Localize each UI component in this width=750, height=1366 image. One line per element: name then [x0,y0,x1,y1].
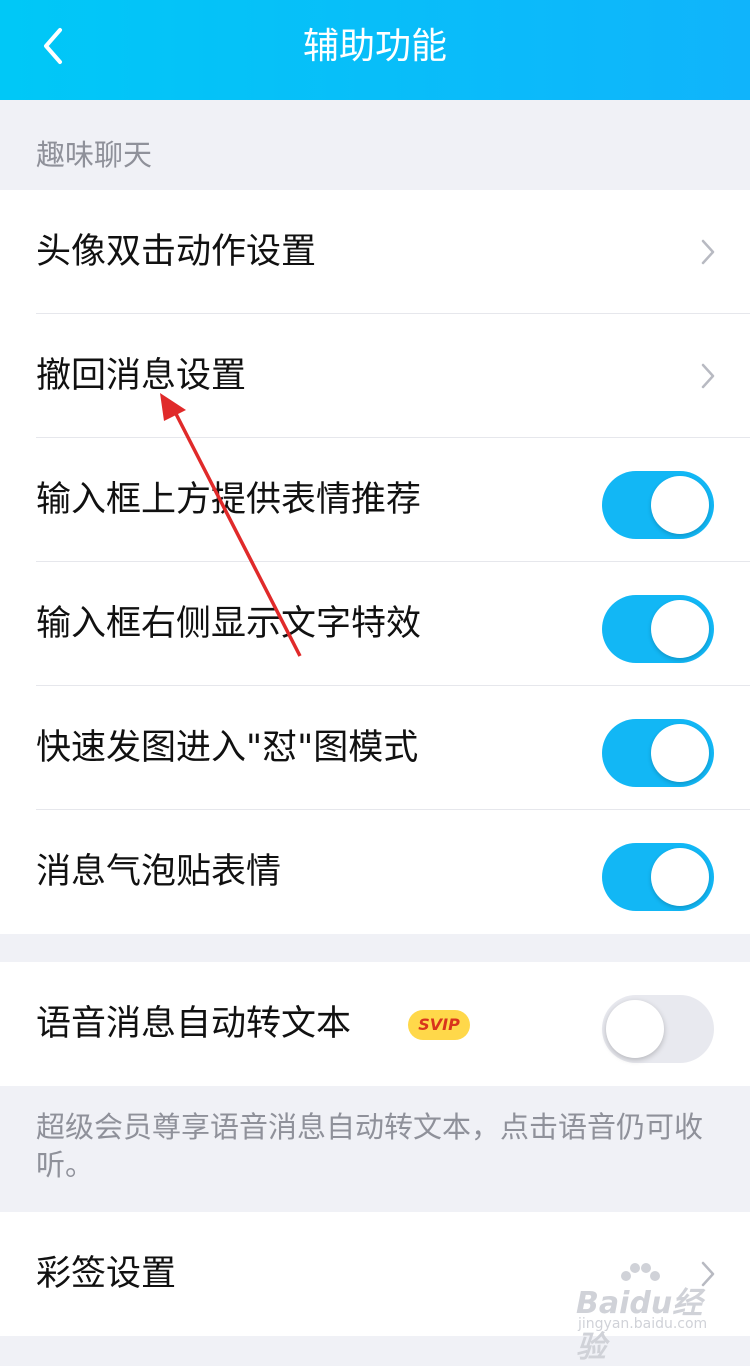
baidu-jingyan-watermark: Baidu经验 jingyan.baidu.com [576,1262,726,1365]
section-label-fun-chat: 趣味聊天 [36,138,153,172]
toggle-knob [651,476,709,534]
top-bar: 辅助功能 [0,0,750,100]
bubble-sticker-setting-row: 消息气泡贴表情 [0,810,750,934]
toggle-knob [606,1000,664,1058]
voice-to-text-group: 语音消息自动转文本 SVIP [0,962,750,1086]
row-label: 头像双击动作设置 [36,232,317,272]
text-effect-toggle[interactable] [602,595,714,663]
row-label: 彩签设置 [36,1254,177,1294]
page-title: 辅助功能 [302,26,447,67]
row-label: 输入框上方提供表情推荐 [36,480,422,520]
recall-message-setting-row[interactable]: 撤回消息设置 [0,314,750,438]
emoji-recommend-setting-row: 输入框上方提供表情推荐 [0,438,750,562]
chevron-right-icon [701,363,715,389]
row-label: 快速发图进入"怼"图模式 [36,728,419,768]
quick-image-mode-toggle[interactable] [602,719,714,787]
emoji-recommend-toggle[interactable] [602,471,714,539]
avatar-double-click-setting-row[interactable]: 头像双击动作设置 [0,190,750,314]
svip-badge: SVIP [408,1010,470,1040]
fun-chat-settings-group: 头像双击动作设置 撤回消息设置 输入框上方提供表情推荐 输入框右侧显示文字特效 … [0,190,750,934]
bubble-sticker-toggle[interactable] [602,843,714,911]
voice-to-text-note: 超级会员尊享语音消息自动转文本，点击语音仍可收听。 [36,1110,704,1182]
row-label: 输入框右侧显示文字特效 [36,604,422,644]
chevron-right-icon [701,239,715,265]
row-label: 语音消息自动转文本 [36,1004,352,1044]
toggle-knob [651,600,709,658]
toggle-knob [651,848,709,906]
text-effect-setting-row: 输入框右侧显示文字特效 [0,562,750,686]
voice-to-text-toggle[interactable] [602,995,714,1063]
row-label: 消息气泡贴表情 [36,852,282,892]
toggle-knob [651,724,709,782]
voice-to-text-setting-row: 语音消息自动转文本 SVIP [0,962,750,1086]
row-label: 撤回消息设置 [36,356,247,396]
quick-image-mode-setting-row: 快速发图进入"怼"图模式 [0,686,750,810]
watermark-subtext: jingyan.baidu.com [578,1316,708,1332]
